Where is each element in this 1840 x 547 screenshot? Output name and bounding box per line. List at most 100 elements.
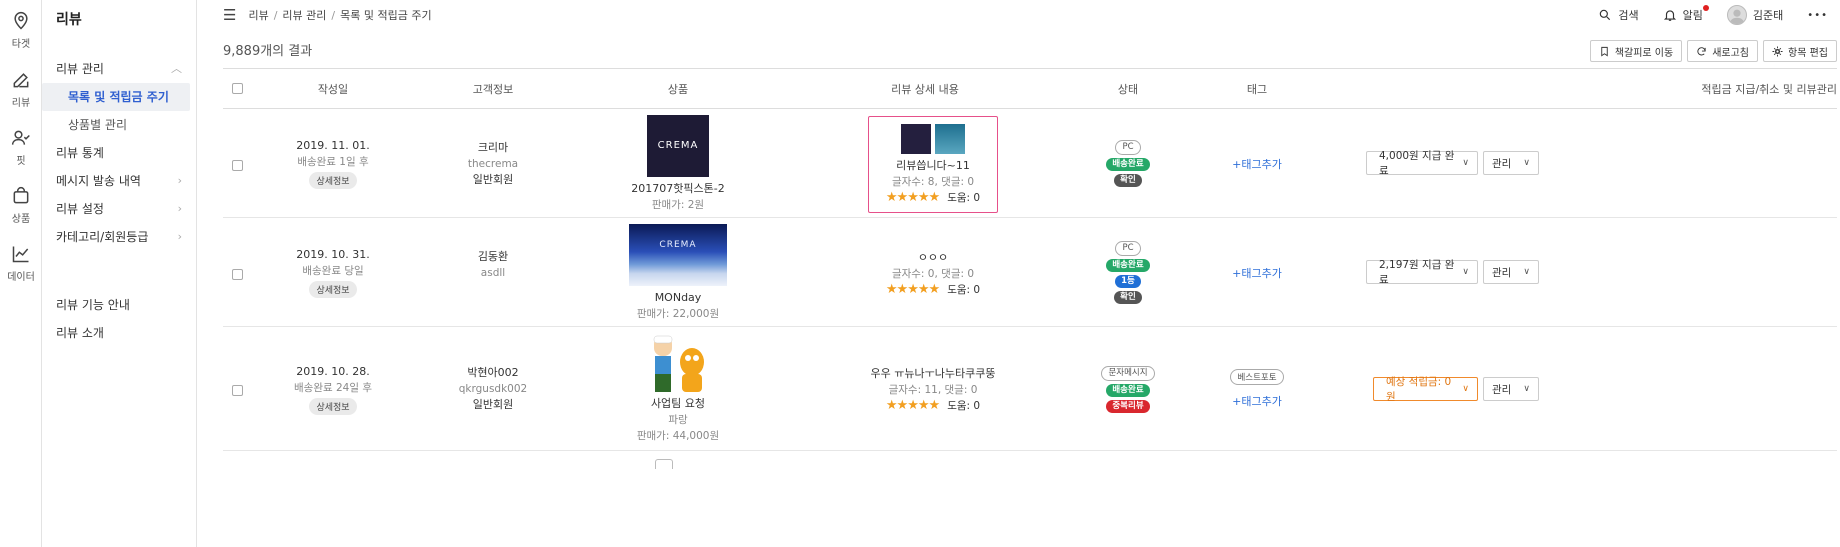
search-button[interactable]: 검색 [1598,7,1639,23]
header-date[interactable]: 작성일 [283,81,383,97]
sidebar-item-category-grade[interactable]: 카테고리/회원등급 › [42,223,196,251]
review-title: ㅇㅇㅇ [917,251,949,264]
review-date: 2019. 10. 28. [296,364,370,378]
status-badge: 1등 [1115,275,1141,288]
header-customer: 고객정보 [472,82,514,96]
help-count: 도움: 0 [947,192,981,204]
add-tag-link[interactable]: +태그추가 [1232,265,1282,281]
customer-id: asdll [480,266,506,279]
chevron-down-icon: ∨ [1523,267,1530,277]
rail-item-data[interactable]: 데이터 [0,234,42,292]
sidebar-item-review-manage[interactable]: 리뷰 관리 ︿ [42,55,196,83]
icon-rail: 타겟 리뷰 핏 상품 데이터 [0,0,42,547]
product-name[interactable]: 201707핫픽스톤-2 [631,181,724,197]
rail-item-product[interactable]: 상품 [0,176,42,234]
points-select[interactable]: 예상 적립금: 0원 ∨ [1373,376,1478,403]
search-label: 검색 [1618,9,1639,22]
product-cell: CREMA 201707핫픽스톤-2 판매가: 2원 [603,109,753,218]
points-select[interactable]: 4,000원 지급 완료 ∨ [1366,150,1478,177]
review-meta: 글자수: 8, 댓글: 0 [891,176,975,188]
points-value: 예상 적립금: 0원 [1386,376,1452,403]
points-select[interactable]: 2,197원 지급 완료 ∨ [1366,259,1478,286]
breadcrumb-item[interactable]: 리뷰 관리 [282,9,326,22]
avatar [1726,5,1747,25]
detail-info-chip[interactable]: 상세정보 [309,172,357,189]
date-cell: 2019. 10. 31. 배송완료 당일 상세정보 [283,218,383,327]
product-name[interactable]: MONday [655,290,702,306]
rail-item-fit[interactable]: 핏 [0,118,42,176]
product-image[interactable]: CREMA [647,114,709,177]
table-header: 작성일 고객정보 상품 리뷰 상세 내용 상태 태그 적립금 지급/취소 및 리… [223,68,1837,109]
customer-name[interactable]: 박현아002 [467,365,518,381]
customer-cell: 박현아002 qkrgusdk002 일반회원 [443,327,543,451]
customer-id: qkrgusdk002 [458,383,528,395]
sidebar-item-review-intro[interactable]: 리뷰 소개 [42,319,196,347]
edit-columns-button[interactable]: 항목 편집 [1763,40,1837,62]
product-image[interactable]: CREMA [629,223,727,286]
sidebar-item-label: 메시지 발송 내역 [56,174,141,188]
rating-row: ★★★★★ 도움: 0 [886,398,980,413]
manage-select[interactable]: 관리 ∨ [1483,260,1539,284]
hamburger-menu-icon[interactable]: ☰ [223,6,236,24]
row-checkbox[interactable] [232,160,243,171]
sidebar-item-review-stats[interactable]: 리뷰 통계 [42,139,196,167]
sidebar-item-label: 리뷰 소개 [56,326,104,340]
product-image[interactable] [655,459,673,469]
rail-item-review[interactable]: 리뷰 [0,60,42,118]
customer-name[interactable]: 김동환 [478,249,508,265]
manage-select[interactable]: 관리 ∨ [1483,377,1539,401]
select-all-checkbox[interactable] [232,83,243,94]
rail-label: 핏 [16,155,26,167]
sidebar-item-message-history[interactable]: 메시지 발송 내역 › [42,167,196,195]
top-actions: 검색 알림 김준태 ••• [1574,0,1828,30]
rail-label: 데이터 [7,271,35,283]
user-menu[interactable]: 김준태 [1726,5,1783,25]
toolbar: 책갈피로 이동 새로고침 항목 편집 [1585,40,1837,62]
sidebar-item-feature-guide[interactable]: 리뷰 기능 안내 [42,291,196,319]
add-tag-link[interactable]: +태그추가 [1232,393,1282,409]
date-cell: 2019. 10. 28. 배송완료 24일 후 상세정보 [283,327,383,451]
status-badge: 배송완료 [1106,158,1150,171]
chevron-right-icon: › [177,174,182,187]
header-points-manage: 적립금 지급/취소 및 리뷰관리 [1701,82,1837,96]
tag-chip[interactable]: 베스트포토 [1230,369,1284,385]
edit-columns-label: 항목 편집 [1788,47,1828,59]
review-detail-cell[interactable]: 리뷰씁니다~11 글자수: 8, 댓글: 0 ★★★★★ 도움: 0 [868,116,998,213]
refresh-label: 새로고침 [1712,47,1750,59]
more-menu-button[interactable]: ••• [1807,10,1828,21]
bookmark-label: 책갈피로 이동 [1614,47,1674,59]
rail-item-target[interactable]: 타겟 [0,0,42,60]
main-content: ☰ 리뷰 / 리뷰 관리 / 목록 및 적립금 주기 검색 알림 김준태 •••… [197,0,1840,547]
product-name[interactable]: 사업팀 요청 [651,396,705,412]
review-photo[interactable] [901,124,931,154]
row-checkbox[interactable] [232,269,243,280]
star-rating: ★★★★★ [885,397,940,413]
sidebar-item-product-manage[interactable]: 상품별 관리 [42,111,196,139]
status-badge: 확인 [1114,291,1142,304]
refresh-button[interactable]: 새로고침 [1687,40,1759,62]
review-detail-cell[interactable]: 우우 ㅠ뉴나ㅜ나누타쿠쿠뚱 글자수: 11, 댓글: 0 ★★★★★ 도움: 0 [843,334,1023,444]
chevron-down-icon: ∨ [1462,267,1469,277]
sidebar-item-label: 리뷰 관리 [56,62,104,76]
detail-info-chip[interactable]: 상세정보 [309,281,357,298]
gear-icon [1772,45,1783,57]
customer-name[interactable]: 크리마 [478,140,508,156]
customer-cell: 크리마 thecrema 일반회원 [443,109,543,218]
sidebar-item-label: 리뷰 기능 안내 [56,298,130,312]
chevron-right-icon: › [177,202,182,215]
add-tag-link[interactable]: +태그추가 [1232,156,1282,172]
result-count: 9,889개의 결과 [223,43,313,59]
row-checkbox[interactable] [232,385,243,396]
review-photo[interactable] [935,124,965,154]
product-image[interactable] [646,334,710,394]
sidebar-item-review-settings[interactable]: 리뷰 설정 › [42,195,196,223]
breadcrumb-item[interactable]: 리뷰 [248,9,268,22]
status-badge: PC [1115,241,1141,256]
detail-info-chip[interactable]: 상세정보 [309,397,357,415]
review-title: 리뷰씁니다~11 [896,159,970,172]
review-detail-cell[interactable]: ㅇㅇㅇ 글자수: 0, 댓글: 0 ★★★★★ 도움: 0 [868,225,998,322]
sidebar-item-list-points[interactable]: 목록 및 적립금 주기 [42,83,190,111]
bookmark-button[interactable]: 책갈피로 이동 [1589,40,1683,62]
manage-select[interactable]: 관리 ∨ [1483,151,1539,175]
alarm-button[interactable]: 알림 [1663,5,1709,23]
